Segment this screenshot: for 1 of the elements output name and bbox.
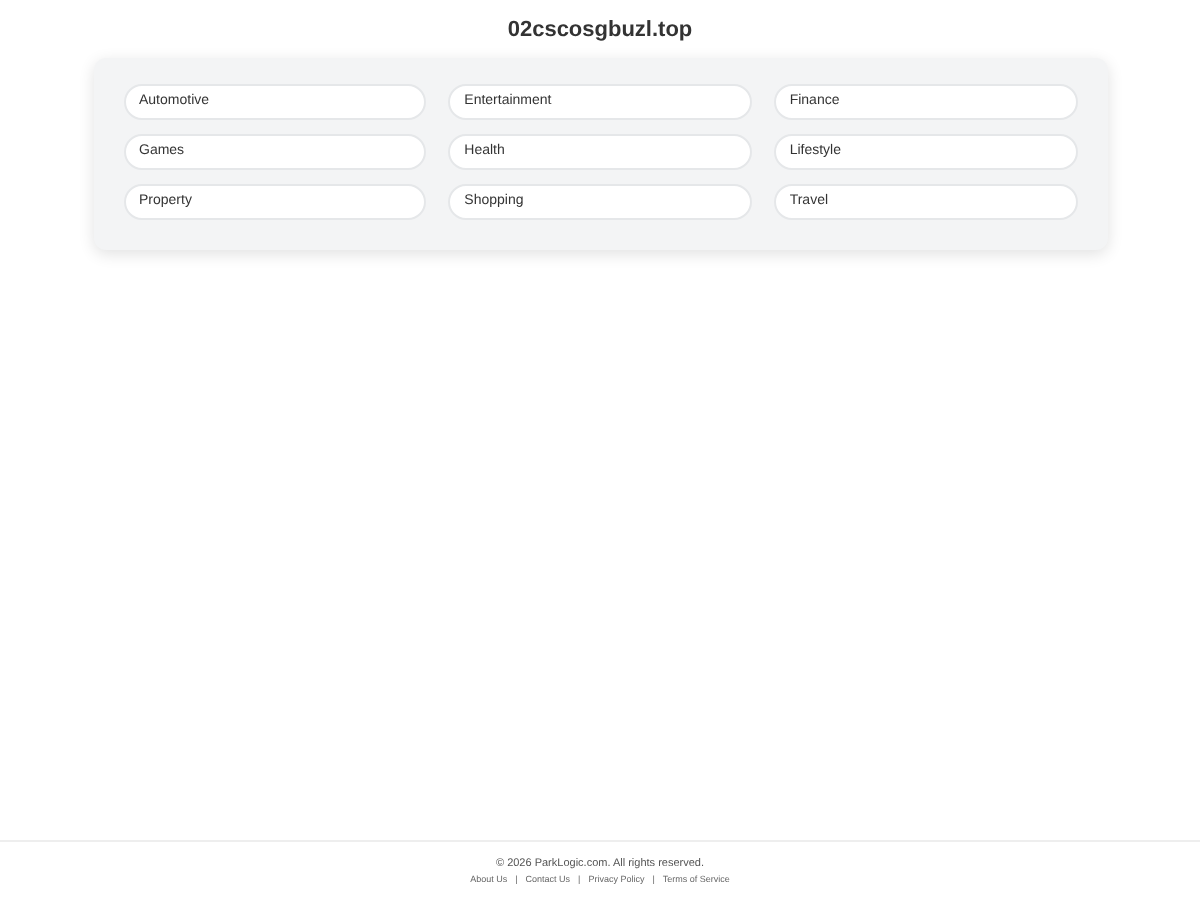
site-title: 02cscosgbuzl.top (507, 16, 693, 44)
